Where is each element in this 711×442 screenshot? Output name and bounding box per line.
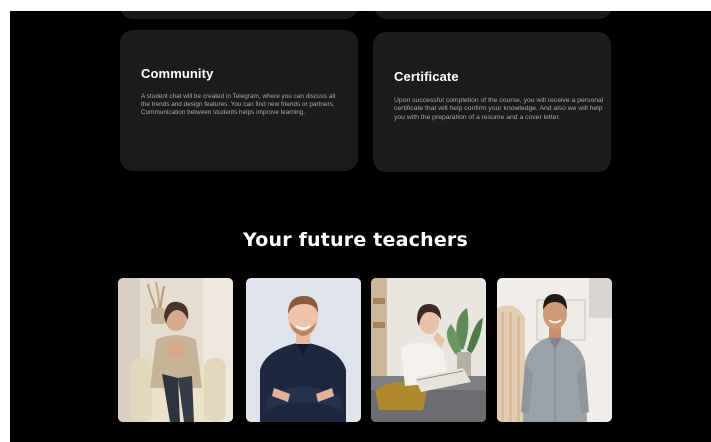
feature-card-partial — [374, 11, 612, 19]
teacher-photo[interactable] — [371, 278, 486, 422]
teacher-photo-image — [497, 278, 612, 422]
teachers-gallery — [118, 278, 613, 422]
feature-card-description: A student chat will be created in Telegr… — [141, 93, 336, 117]
teacher-photo[interactable] — [497, 278, 612, 422]
teacher-photo[interactable] — [118, 278, 233, 422]
teacher-photo-image — [118, 278, 233, 422]
teacher-photo[interactable] — [246, 278, 361, 422]
feature-card-partial — [120, 11, 358, 19]
feature-card-community: Community A student chat will be created… — [120, 30, 358, 171]
teacher-photo-image — [246, 278, 361, 422]
feature-card-description: Upon successful completion of the course… — [394, 97, 604, 121]
teachers-section-title: Your future teachers — [243, 229, 468, 251]
teacher-photo-image — [371, 278, 486, 422]
feature-card-title: Certificate — [394, 69, 459, 84]
feature-card-certificate: Certificate Upon successful completion o… — [373, 32, 611, 172]
feature-card-title: Community — [141, 66, 214, 81]
page-viewport: Community A student chat will be created… — [10, 11, 711, 442]
